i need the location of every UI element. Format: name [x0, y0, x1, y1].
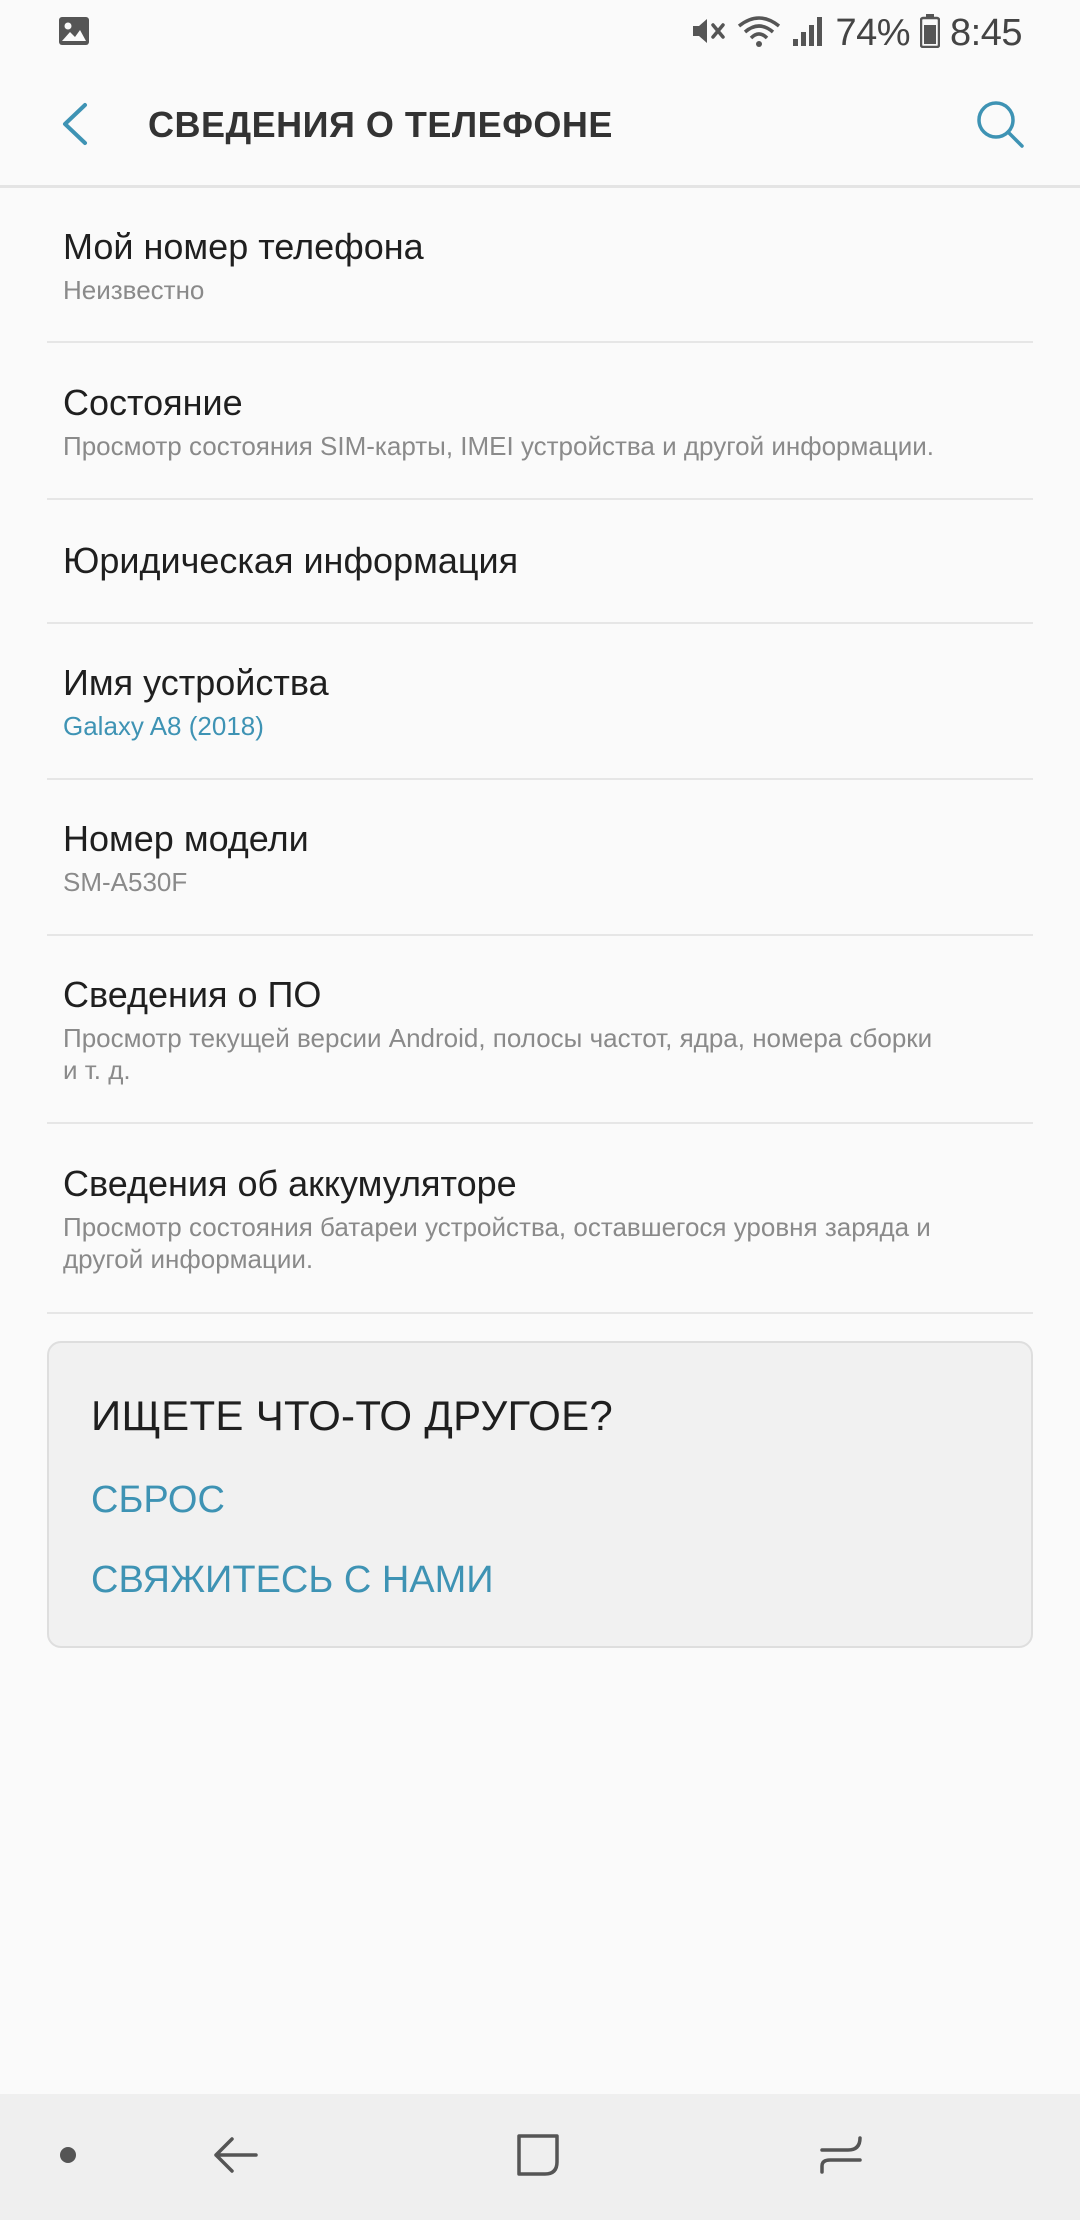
back-arrow-icon	[212, 2133, 258, 2182]
item-subtitle: Просмотр состояния батареи устройства, о…	[63, 1212, 931, 1242]
status-bar: 74% 8:45	[0, 0, 1080, 66]
nav-dot-button[interactable]	[40, 2094, 96, 2220]
item-title: Юридическая информация	[63, 540, 519, 581]
settings-list: Мой номер телефона Неизвестно Состояние …	[0, 188, 1080, 1314]
gallery-notification-icon	[58, 16, 90, 51]
divider	[47, 1312, 1033, 1314]
list-item-software-info[interactable]: Сведения о ПО Просмотр текущей версии An…	[0, 936, 1080, 1122]
page-title: СВЕДЕНИЯ О ТЕЛЕФОНЕ	[148, 104, 613, 145]
item-title: Номер модели	[63, 818, 309, 859]
item-title: Имя устройства	[63, 662, 329, 703]
nav-home-button[interactable]	[500, 2094, 576, 2220]
list-item-status[interactable]: Состояние Просмотр состояния SIM-карты, …	[0, 343, 1080, 498]
device-name-value: Galaxy A8 (2018)	[63, 711, 264, 741]
app-bar: СВЕДЕНИЯ О ТЕЛЕФОНЕ	[0, 66, 1080, 186]
recents-icon	[818, 2134, 864, 2181]
item-title: Мой номер телефона	[63, 225, 424, 267]
looking-for-something-else-card: ИЩЕТЕ ЧТО-ТО ДРУГОЕ? СБРОС СВЯЖИТЕСЬ С Н…	[47, 1341, 1033, 1648]
signal-icon	[791, 15, 825, 52]
mute-icon	[689, 14, 727, 53]
battery-percent: 74%	[835, 11, 911, 54]
list-item-device-name[interactable]: Имя устройства Galaxy A8 (2018)	[0, 624, 1080, 778]
contact-us-link[interactable]: СВЯЖИТЕСЬ С НАМИ	[91, 1557, 1031, 1603]
screen: 74% 8:45 СВЕДЕНИЯ О ТЕЛЕФОНЕ Мой номер т…	[0, 0, 1080, 2220]
battery-icon	[919, 13, 941, 53]
item-title: Сведения об аккумуляторе	[63, 1163, 517, 1204]
wifi-icon	[737, 14, 781, 53]
back-button[interactable]	[44, 94, 104, 158]
nav-back-button[interactable]	[200, 2094, 270, 2220]
search-button[interactable]	[966, 92, 1034, 160]
nav-recents-button[interactable]	[806, 2094, 876, 2220]
item-subtitle-continued: и т. д.	[63, 1055, 131, 1085]
navigation-bar	[0, 2094, 1080, 2220]
list-item-my-phone-number[interactable]: Мой номер телефона Неизвестно	[0, 188, 1080, 341]
card-title: ИЩЕТЕ ЧТО-ТО ДРУГОЕ?	[91, 1392, 614, 1439]
search-icon	[974, 98, 1026, 155]
item-subtitle: Просмотр состояния SIM-карты, IMEI устро…	[63, 430, 935, 461]
item-title: Сведения о ПО	[63, 974, 322, 1015]
reset-link[interactable]: СБРОС	[91, 1477, 1031, 1523]
model-number-value: SM-A530F	[63, 867, 188, 897]
item-subtitle: Просмотр текущей версии Android, полосы …	[63, 1023, 933, 1053]
home-square-icon	[515, 2132, 561, 2183]
chevron-left-icon	[59, 101, 89, 152]
list-item-battery-info[interactable]: Сведения об аккумуляторе Просмотр состоя…	[0, 1124, 1080, 1312]
item-subtitle-continued: другой информации.	[63, 1244, 314, 1274]
dot-icon	[59, 2146, 77, 2169]
item-subtitle: Неизвестно	[63, 274, 205, 305]
clock: 8:45	[950, 11, 1022, 54]
list-item-legal-info[interactable]: Юридическая информация	[0, 500, 1080, 622]
item-title: Состояние	[63, 381, 243, 423]
list-item-model-number[interactable]: Номер модели SM-A530F	[0, 780, 1080, 934]
